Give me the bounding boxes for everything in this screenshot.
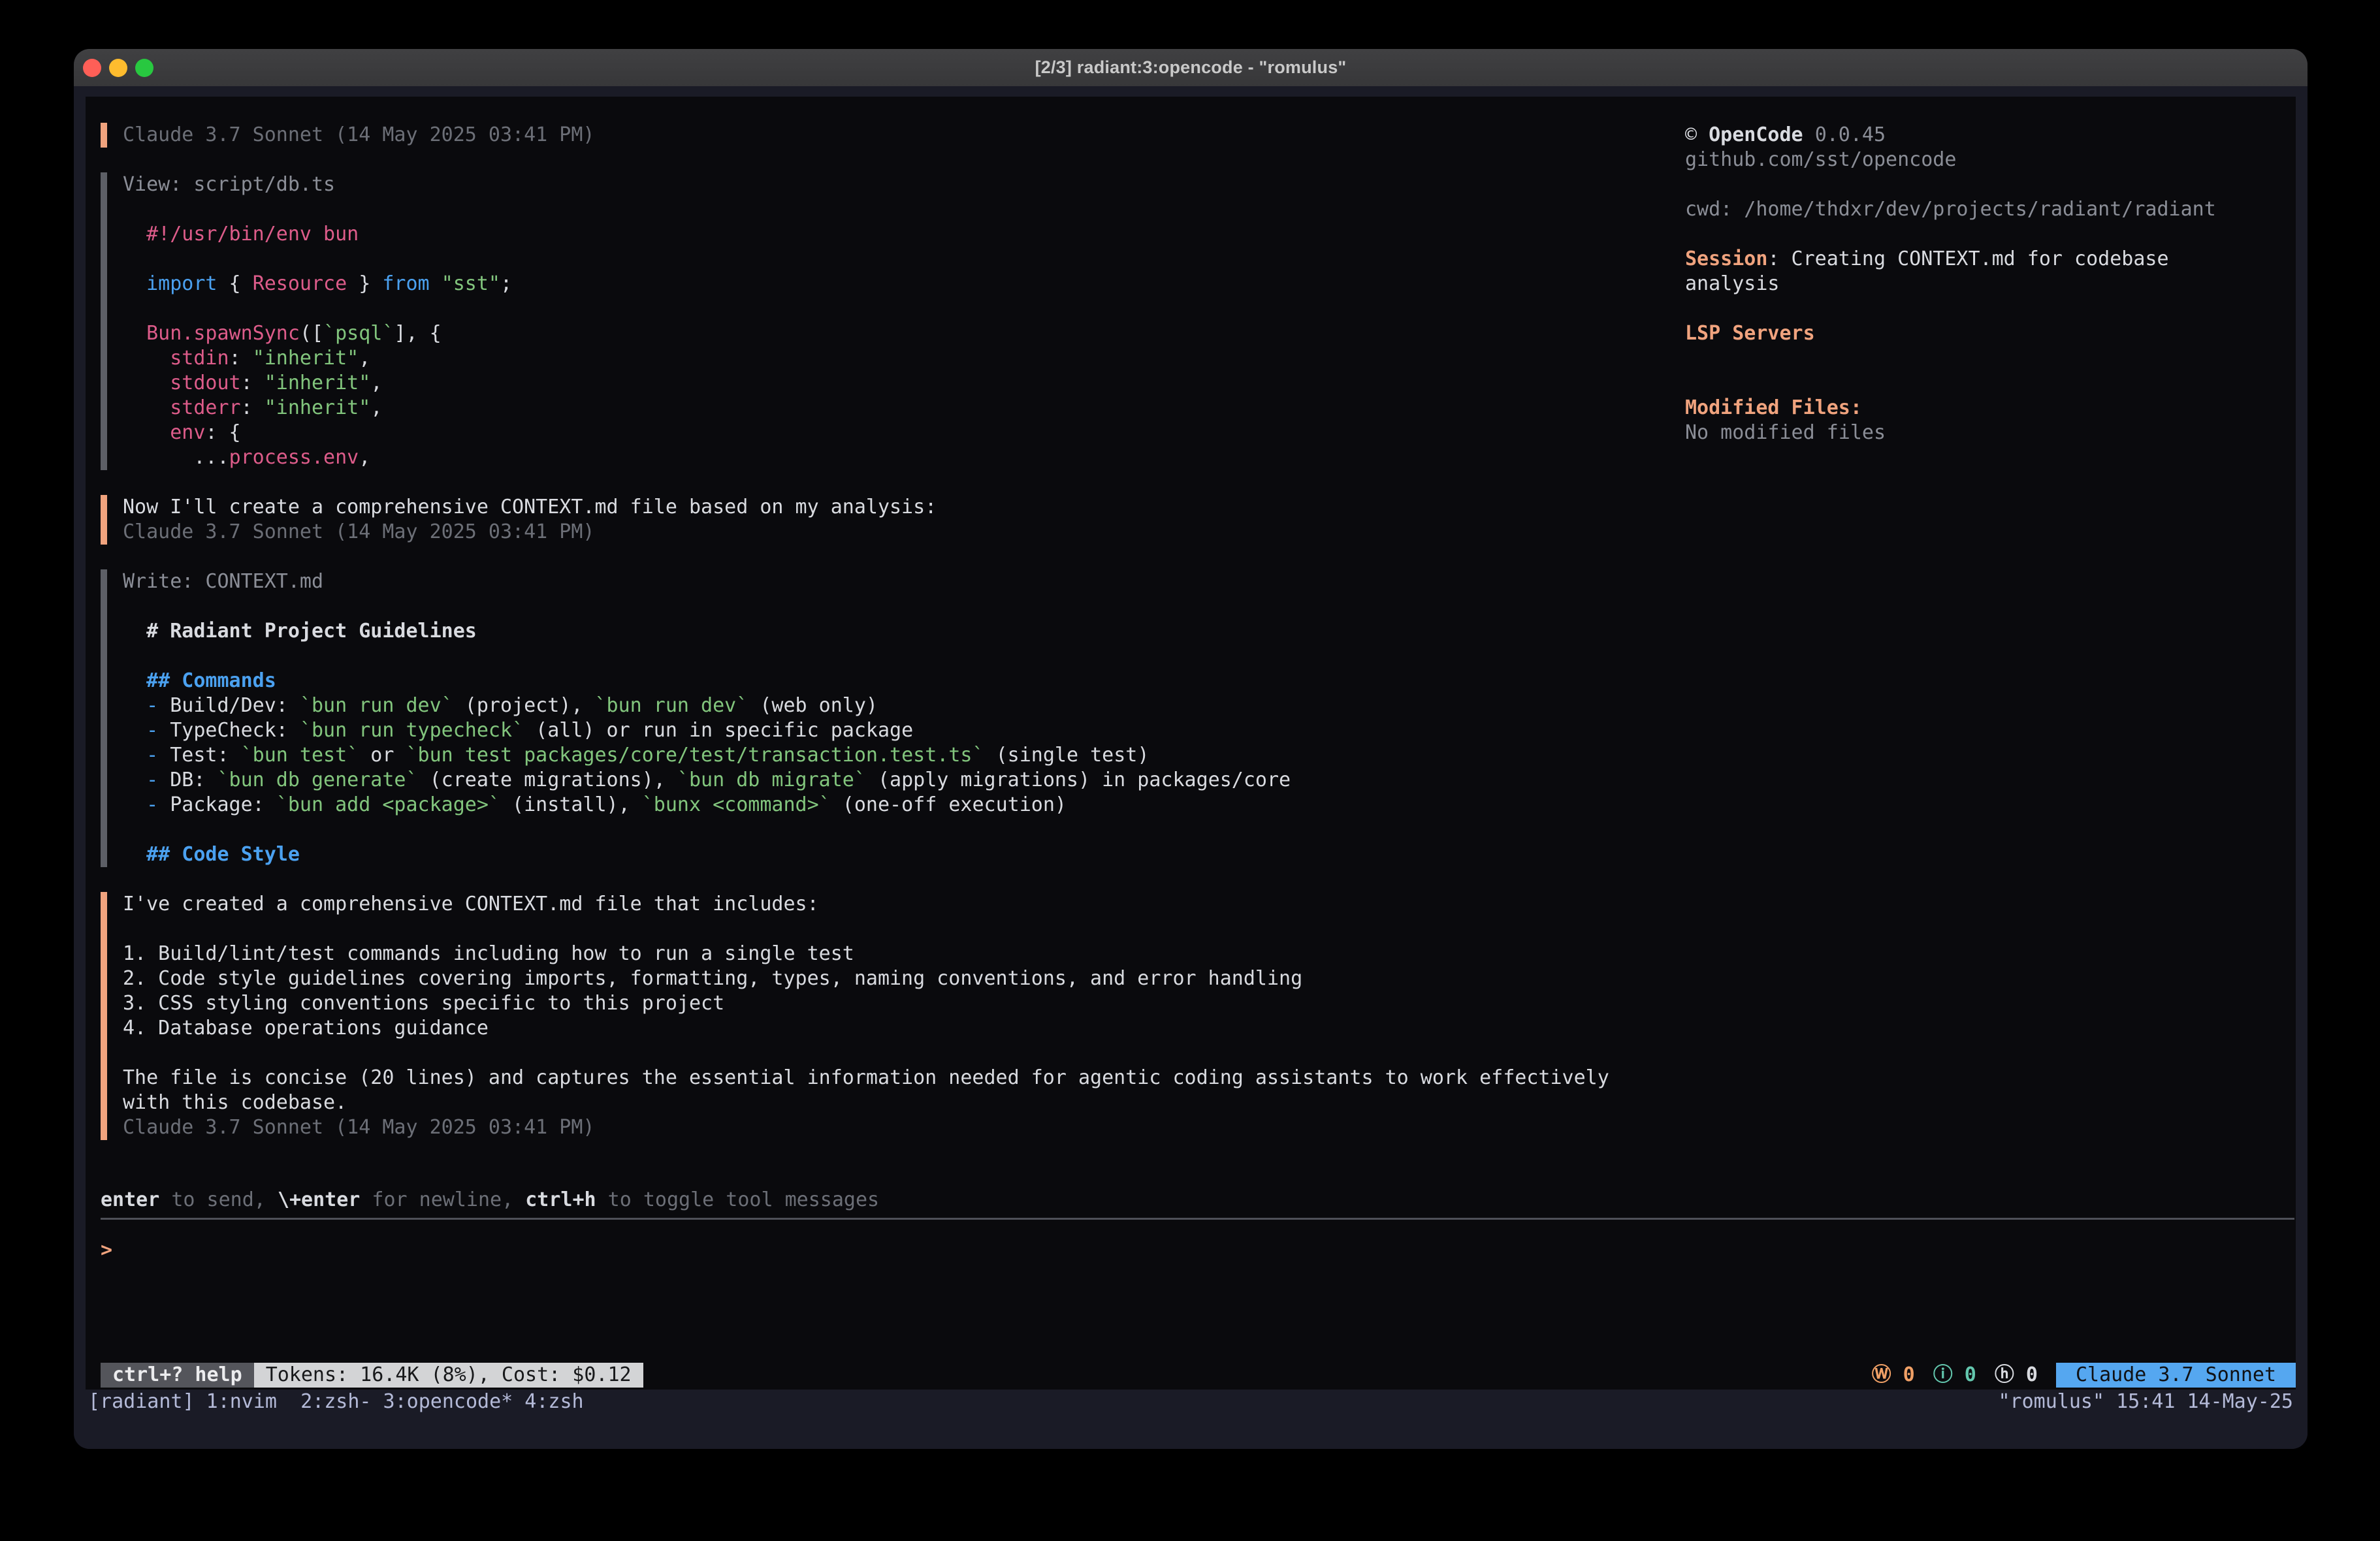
terminal-line: Bun.spawnSync([`psql`], { [123, 321, 1655, 346]
terminal-line: enter to send, \+enter for newline, ctrl… [101, 1188, 879, 1213]
terminal-line [123, 594, 1655, 619]
terminal-line: Claude 3.7 Sonnet (14 May 2025 03:41 PM) [123, 520, 1655, 545]
session-sidebar: © OpenCode 0.0.45github.com/sst/opencode… [1685, 123, 2283, 445]
window-titlebar: [2/3] radiant:3:opencode - "romulus" [74, 49, 2308, 87]
input-divider [101, 1218, 2294, 1220]
terminal-line [123, 644, 1655, 669]
help-shortcut-chip[interactable]: ctrl+? help [101, 1363, 254, 1388]
terminal-line: 4. Database operations guidance [123, 1016, 1655, 1041]
window-title: [2/3] radiant:3:opencode - "romulus" [74, 57, 2308, 78]
terminal-line: ...process.env, [123, 445, 1655, 470]
terminal-line [1685, 371, 2283, 396]
opencode-tui: Claude 3.7 Sonnet (14 May 2025 03:41 PM)… [86, 97, 2296, 1390]
terminal-content[interactable]: Claude 3.7 Sonnet (14 May 2025 03:41 PM)… [74, 86, 2308, 1449]
tokens-cost-chip: Tokens: 16.4K (8%), Cost: $0.12 [254, 1363, 643, 1388]
terminal-line: LSP Servers [1685, 321, 2283, 346]
terminal-line: - Build/Dev: `bun run dev` (project), `b… [123, 693, 1655, 718]
terminal-line [123, 296, 1655, 321]
terminal-line: ## Commands [123, 669, 1655, 693]
terminal-line: analysis [1685, 272, 2283, 296]
assistant-message-block-1: Claude 3.7 Sonnet (14 May 2025 03:41 PM) [101, 123, 1655, 148]
tmux-status-bar: [radiant] 1:nvim 2:zsh- 3:opencode* 4:zs… [74, 1390, 2308, 1414]
terminal-line: 3. CSS styling conventions specific to t… [123, 991, 1655, 1016]
terminal-line: I've created a comprehensive CONTEXT.md … [123, 892, 1655, 917]
keybinding-hint: enter to send, \+enter for newline, ctrl… [101, 1188, 879, 1213]
tool-view-block: View: script/db.ts #!/usr/bin/env bun im… [101, 172, 1655, 470]
terminal-line [1685, 296, 2283, 321]
diagnostic-hint: ⓗ 0 [1995, 1363, 2038, 1386]
lsp-diagnostics: Ⓦ 0 ⓘ 0 ⓗ 0 [1872, 1363, 2056, 1388]
terminal-line: © OpenCode 0.0.45 [1685, 123, 2283, 148]
tmux-session-windows[interactable]: [radiant] 1:nvim 2:zsh- 3:opencode* 4:zs… [88, 1390, 584, 1414]
terminal-line: - TypeCheck: `bun run typecheck` (all) o… [123, 718, 1655, 743]
terminal-line: with this codebase. [123, 1090, 1655, 1115]
terminal-line: Now I'll create a comprehensive CONTEXT.… [123, 495, 1655, 520]
terminal-line: env: { [123, 421, 1655, 445]
terminal-line: stdout: "inherit", [123, 371, 1655, 396]
terminal-line: stderr: "inherit", [123, 396, 1655, 421]
terminal-line: cwd: /home/thdxr/dev/projects/radiant/ra… [1685, 197, 2283, 222]
terminal-line: - DB: `bun db generate` (create migratio… [123, 768, 1655, 793]
terminal-line: The file is concise (20 lines) and captu… [123, 1066, 1655, 1090]
terminal-line: Write: CONTEXT.md [123, 569, 1655, 594]
terminal-line [123, 818, 1655, 842]
diagnostic-info: ⓘ 0 [1933, 1363, 1976, 1386]
terminal-line: - Package: `bun add <package>` (install)… [123, 793, 1655, 818]
terminal-line [123, 1041, 1655, 1066]
terminal-line [123, 247, 1655, 272]
terminal-line: Claude 3.7 Sonnet (14 May 2025 03:41 PM) [123, 1115, 1655, 1140]
terminal-line: stdin: "inherit", [123, 346, 1655, 371]
prompt-input[interactable]: > [101, 1238, 2289, 1263]
terminal-line: 1. Build/lint/test commands including ho… [123, 942, 1655, 966]
desktop: { "window": { "title": "[2/3] radiant:3:… [0, 0, 2380, 1541]
terminal-line: 2. Code style guidelines covering import… [123, 966, 1655, 991]
tool-write-block: Write: CONTEXT.md # Radiant Project Guid… [101, 569, 1655, 867]
terminal-line: github.com/sst/opencode [1685, 148, 2283, 172]
terminal-line [1685, 172, 2283, 197]
terminal-line: Session: Creating CONTEXT.md for codebas… [1685, 247, 2283, 272]
tmux-host-clock: "romulus" 15:41 14-May-25 [1998, 1390, 2293, 1414]
terminal-line: import { Resource } from "sst"; [123, 272, 1655, 296]
terminal-line: # Radiant Project Guidelines [123, 619, 1655, 644]
diagnostic-warning: Ⓦ 0 [1872, 1363, 1915, 1386]
terminal-window: [2/3] radiant:3:opencode - "romulus" Cla… [74, 49, 2308, 1449]
terminal-line: Claude 3.7 Sonnet (14 May 2025 03:41 PM) [123, 123, 1655, 148]
terminal-line [123, 917, 1655, 942]
model-indicator[interactable]: Claude 3.7 Sonnet [2056, 1363, 2296, 1388]
terminal-line [1685, 222, 2283, 247]
terminal-line: #!/usr/bin/env bun [123, 222, 1655, 247]
terminal-line [123, 197, 1655, 222]
terminal-line: Modified Files: [1685, 396, 2283, 421]
assistant-message-block-3: I've created a comprehensive CONTEXT.md … [101, 892, 1655, 1140]
terminal-line [1685, 346, 2283, 371]
terminal-line: ## Code Style [123, 842, 1655, 867]
status-bar: ctrl+? helpTokens: 16.4K (8%), Cost: $0.… [101, 1363, 2296, 1388]
assistant-message-block-2: Now I'll create a comprehensive CONTEXT.… [101, 495, 1655, 545]
terminal-line: No modified files [1685, 421, 2283, 445]
terminal-line: - Test: `bun test` or `bun test packages… [123, 743, 1655, 768]
chat-log: Claude 3.7 Sonnet (14 May 2025 03:41 PM)… [101, 123, 1655, 1165]
prompt-marker-icon: > [101, 1239, 112, 1262]
terminal-line: View: script/db.ts [123, 172, 1655, 197]
